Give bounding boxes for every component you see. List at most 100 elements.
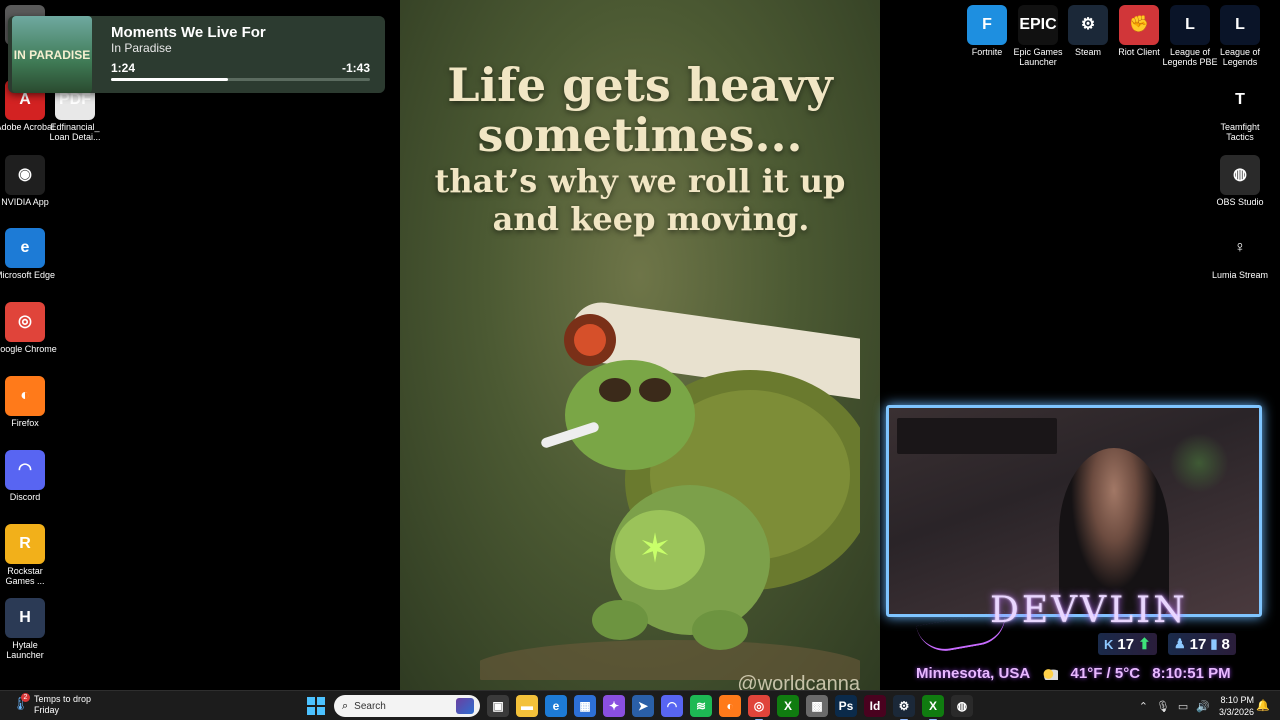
lumia-icon: ♀ — [1220, 228, 1260, 268]
desktop-shortcut[interactable]: T Teamfight Tactics — [1208, 80, 1272, 142]
elapsed-time: 1:24 — [111, 61, 136, 75]
network-icon[interactable]: ▭ — [1178, 700, 1188, 713]
desktop-shortcut[interactable]: ◐ Firefox — [0, 376, 57, 428]
xbox-app-icon[interactable]: X — [922, 695, 944, 720]
playback-progress-fill — [111, 78, 228, 81]
desktop-shortcut[interactable]: ◍ OBS Studio — [1208, 155, 1272, 207]
desktop-shortcut[interactable]: R Rockstar Games ... — [0, 524, 57, 586]
photoshop-icon[interactable]: Ps — [835, 695, 857, 717]
kick-icon: K — [1104, 636, 1114, 652]
desktop-shortcut-label: Lumia Stream — [1211, 270, 1269, 280]
league-icon: L — [1220, 5, 1260, 45]
obs-taskbar-icon[interactable]: ◍ — [951, 695, 973, 717]
desktop-shortcut-label: OBS Studio — [1216, 197, 1264, 207]
weather-headline: Temps to drop — [34, 694, 92, 704]
clock-date: 3/3/2026 — [1218, 707, 1254, 717]
location-text: Minnesota, USA — [916, 665, 1031, 682]
taskbar: 🌡 2 Temps to drop Friday ⌕ Search ▣ ▬ e ▦ ✦ ➤… — [0, 690, 1280, 720]
location-weather-bar: Minnesota, USA 41°F / 5°C 8:10:51 PM — [916, 665, 1239, 682]
streamer-name: DEVVLIN — [990, 590, 1188, 631]
remaining-time: -1:43 — [341, 61, 370, 75]
game-app-icon[interactable]: ▩ — [806, 695, 828, 717]
riot-client-icon: ✊ — [1119, 5, 1159, 45]
chrome-taskbar-icon[interactable]: ◎ — [748, 695, 770, 720]
track-artist: In Paradise — [111, 41, 172, 55]
desktop-shortcut-label: Hytale Launcher — [6, 640, 44, 660]
subscriber-count: 17 — [1189, 635, 1207, 653]
search-icon: ⌕ — [342, 699, 349, 712]
fortnite-icon: F — [967, 5, 1007, 45]
edge-icon: e — [5, 228, 45, 268]
search-box[interactable]: ⌕ Search — [334, 695, 480, 717]
edge-taskbar-icon[interactable]: e — [545, 695, 567, 717]
discord-icon: ◠ — [5, 450, 45, 490]
taskbar-clock[interactable]: 8:10 PM 3/3/2026 — [1219, 694, 1254, 718]
chrome-icon: ◎ — [5, 302, 45, 342]
follower-stat: K 17 ⬆ — [1098, 633, 1157, 655]
clock-time: 8:10 PM — [1220, 695, 1254, 705]
windows-icon — [307, 697, 325, 715]
follower-count: 17 — [1117, 635, 1135, 653]
turtle-illustration: ✶ — [480, 302, 860, 680]
bar-chart-icon: ▮ — [1210, 636, 1218, 651]
desktop-shortcut[interactable]: ◠ Discord — [0, 450, 57, 502]
media-flyout[interactable]: IN PARADISE Moments We Live For In Parad… — [8, 16, 385, 93]
desktop-shortcut[interactable]: ♀ Lumia Stream — [1208, 228, 1272, 280]
wallpaper-watermark: @worldcanna — [737, 673, 860, 690]
desktop-shortcut-label: Microsoft Edge — [0, 270, 56, 280]
tft-icon: T — [1220, 80, 1260, 120]
system-tray: ⌃ 🎙 ▭ 🔊 — [1139, 691, 1210, 720]
desktop-shortcut-label: Teamfight Tactics — [1220, 122, 1260, 142]
indesign-icon[interactable]: Id — [864, 695, 886, 717]
wallpaper-headline-2: sometimes... — [477, 108, 803, 162]
desktop-shortcut[interactable]: H Hytale Launcher — [0, 598, 57, 660]
copilot-icon[interactable]: ✦ — [603, 695, 625, 717]
partly-cloudy-icon — [1042, 668, 1059, 681]
webcam-overlay — [886, 405, 1262, 617]
taskbar-apps: ⌕ Search ▣ ▬ e ▦ ✦ ➤ ◠ ≋ ◐ ◎ X ▩ Ps Id ⚙ X ◍ — [305, 691, 973, 720]
svg-text:✶: ✶ — [638, 527, 672, 571]
start-button[interactable] — [305, 695, 327, 717]
show-hidden-icons-chevron[interactable]: ⌃ — [1139, 700, 1148, 713]
track-title: Moments We Live For — [111, 24, 266, 41]
xbox-icon[interactable]: X — [777, 695, 799, 717]
desktop-shortcut-label: Discord — [9, 492, 41, 502]
weather-temp: 41°F / 5°C — [1070, 665, 1141, 682]
desktop-shortcut-label: Rockstar Games ... — [5, 566, 45, 586]
up-arrow-icon: ⬆ — [1138, 636, 1151, 653]
playback-progress-bar[interactable] — [111, 78, 370, 81]
desktop-shortcut[interactable]: ◉ NVIDIA App — [0, 155, 57, 207]
messenger-icon[interactable]: ◠ — [661, 695, 683, 717]
league-pbe-icon: L — [1170, 5, 1210, 45]
rockstar-icon: R — [5, 524, 45, 564]
obs-icon: ◍ — [1220, 155, 1260, 195]
spotify-icon[interactable]: ≋ — [690, 695, 712, 717]
desktop-shortcut-label: League of Legends — [1219, 47, 1261, 67]
desktop-shortcut[interactable]: L League of Legends — [1208, 5, 1272, 67]
arrow-app-icon[interactable]: ➤ — [632, 695, 654, 717]
search-highlight-icon — [456, 698, 474, 714]
desktop-shortcut[interactable]: ◎ Google Chrome — [0, 302, 57, 354]
viewer-stats: ♟ 17 ▮ 8 — [1168, 633, 1236, 655]
desktop-shortcut-label: Google Chrome — [0, 344, 57, 354]
wallpaper-image: ✶ Life gets heavy sometimes... that’s wh… — [400, 0, 880, 690]
task-view-icon[interactable]: ▣ — [487, 695, 509, 717]
steam-taskbar-icon[interactable]: ⚙ — [893, 695, 915, 720]
desktop-shortcut[interactable]: e Microsoft Edge — [0, 228, 57, 280]
microsoft-store-icon[interactable]: ▦ — [574, 695, 596, 717]
wallpaper-subline-1: that’s why we roll it up — [434, 162, 846, 200]
notification-bell-icon[interactable]: 🔔 — [1256, 699, 1270, 712]
volume-icon[interactable]: 🔊 — [1196, 700, 1210, 713]
microphone-icon[interactable]: 🎙 — [1156, 700, 1170, 713]
epic-games-icon: EPIC — [1018, 5, 1058, 45]
file-explorer-icon[interactable]: ▬ — [516, 695, 538, 717]
person-icon: ♟ — [1174, 636, 1186, 651]
steam-icon: ⚙ — [1068, 5, 1108, 45]
wallpaper-subline-2: and keep moving. — [492, 200, 810, 238]
firefox-taskbar-icon[interactable]: ◐ — [719, 695, 741, 717]
desktop-shortcut-label: NVIDIA App — [1, 197, 49, 207]
background-plant — [1169, 433, 1229, 493]
notification-badge: 2 — [21, 693, 30, 702]
search-placeholder: Search — [354, 700, 386, 712]
album-art: IN PARADISE — [12, 16, 92, 93]
